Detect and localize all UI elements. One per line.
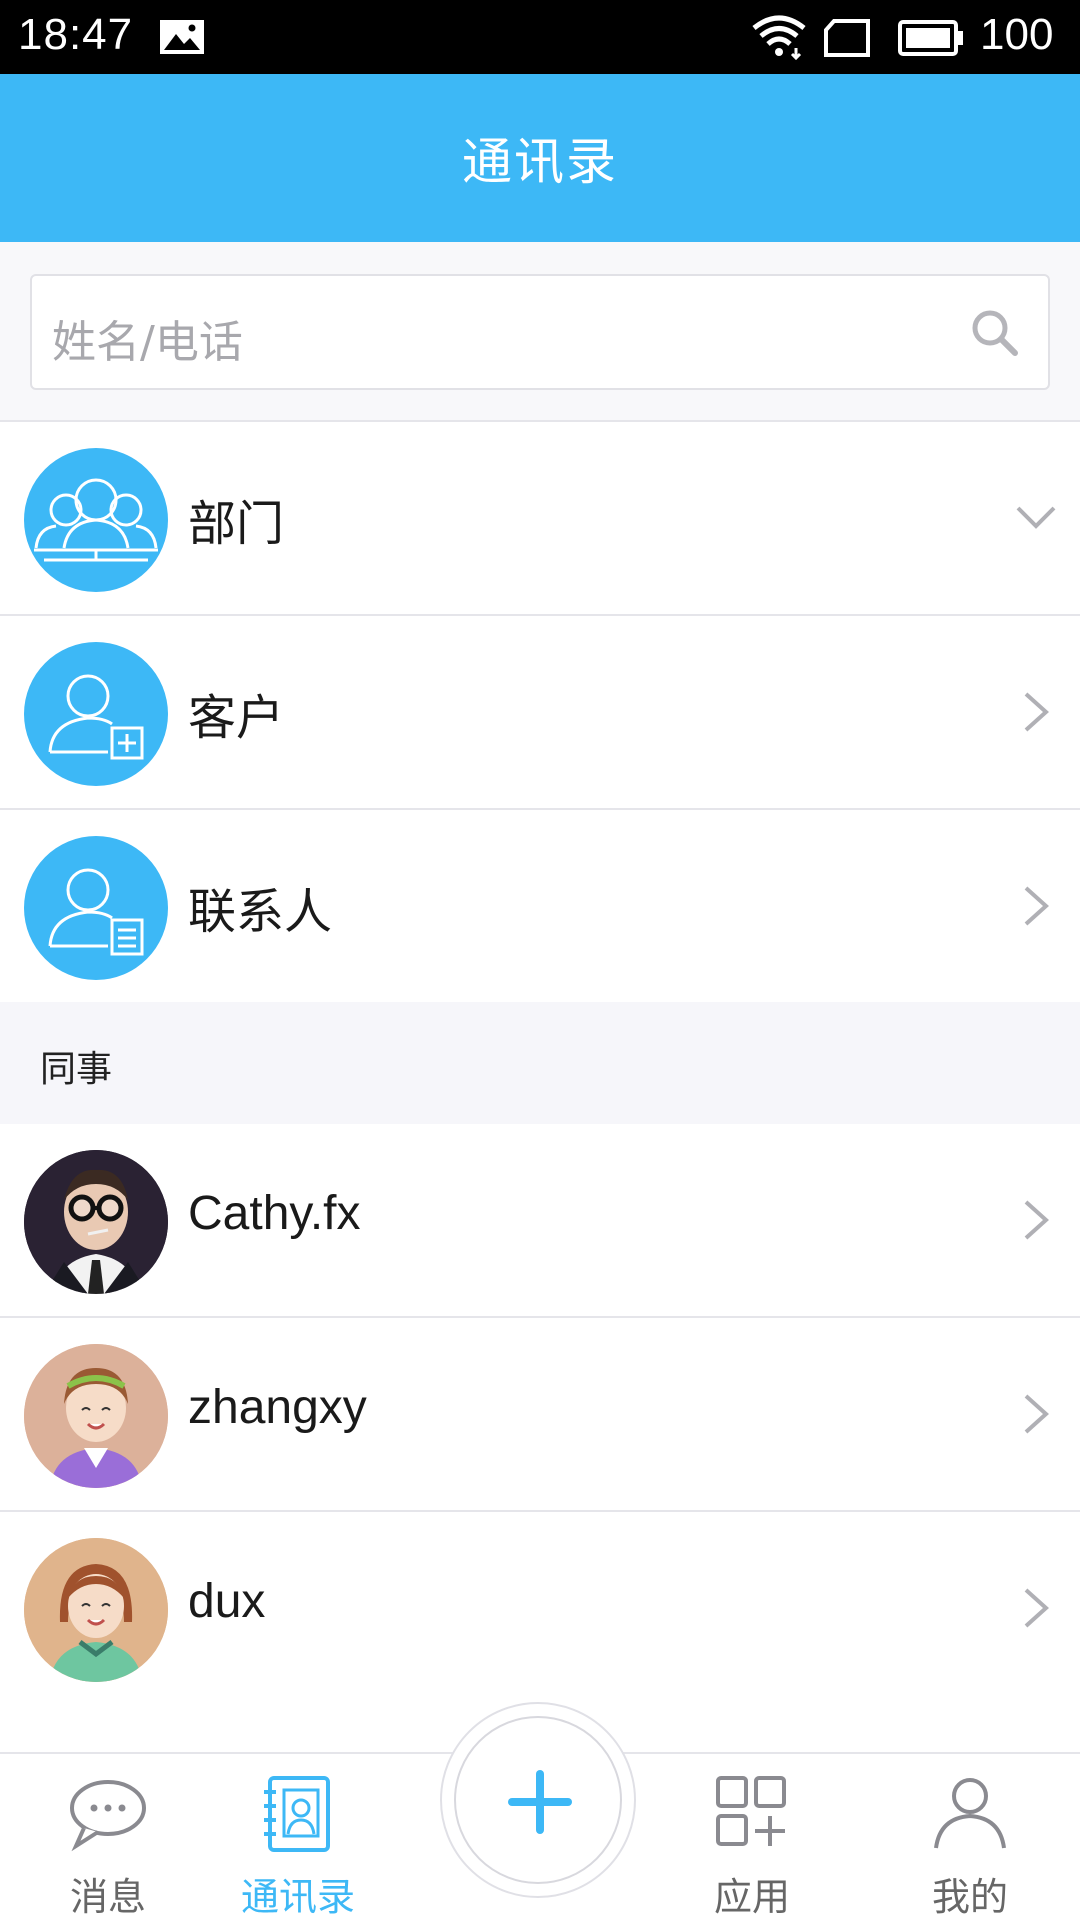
search-input[interactable]: 姓名/电话 (30, 274, 1050, 390)
department-row[interactable]: 部门 (0, 422, 1080, 614)
battery-icon (898, 20, 963, 56)
girl-bob-avatar (24, 1538, 168, 1682)
section-title: 同事 (40, 1049, 113, 1090)
wifi-icon (752, 15, 806, 60)
customer-add-icon (24, 642, 168, 786)
chevron-right-icon (1024, 692, 1049, 732)
boy-glasses-avatar (24, 1150, 168, 1294)
nav-messages[interactable]: 消息 (18, 1754, 198, 1920)
section-header: 同事 (0, 1002, 1080, 1124)
nav-label: 通讯录 (240, 1875, 355, 1919)
colleague-name: Cathy.fx (188, 1187, 361, 1240)
colleague-row[interactable]: dux (0, 1512, 1080, 1704)
nav-label: 消息 (69, 1875, 146, 1919)
page-title: 通讯录 (462, 133, 618, 191)
person-icon (934, 1778, 1006, 1849)
chevron-right-icon (1024, 1588, 1049, 1628)
apps-grid-icon (716, 1776, 786, 1846)
chevron-right-icon (1024, 1394, 1049, 1434)
department-icon (24, 448, 168, 592)
chevron-right-icon (1024, 1200, 1049, 1240)
nav-apps[interactable]: 应用 (662, 1754, 842, 1920)
nav-contacts[interactable]: 通讯录 (208, 1754, 388, 1920)
chevron-down-icon (1016, 506, 1056, 529)
search-placeholder: 姓名/电话 (52, 317, 243, 368)
search-area: 姓名/电话 (0, 242, 1080, 420)
colleague-row[interactable]: Cathy.fx (0, 1124, 1080, 1316)
colleague-name: zhangxy (188, 1381, 367, 1434)
contact-label: 联系人 (188, 884, 333, 940)
add-button[interactable] (440, 1702, 636, 1898)
sim-card-icon (824, 19, 870, 57)
chevron-right-icon (1024, 886, 1049, 926)
app-header: 通讯录 (0, 74, 1080, 242)
nav-label: 应用 (713, 1875, 790, 1919)
department-label: 部门 (188, 496, 285, 552)
contact-card-icon (24, 836, 168, 980)
add-plus-icon (508, 1770, 572, 1834)
status-bar: 18:47 100 (0, 0, 1080, 74)
battery-percentage: 100 (980, 10, 1054, 59)
customer-row[interactable]: 客户 (0, 616, 1080, 808)
status-time: 18:47 (18, 10, 134, 59)
add-button-inner (454, 1716, 622, 1884)
colleague-row[interactable]: zhangxy (0, 1318, 1080, 1510)
chat-bubble-icon (70, 1780, 146, 1852)
girl-headband-avatar (24, 1344, 168, 1488)
customer-label: 客户 (188, 690, 285, 746)
contact-row[interactable]: 联系人 (0, 810, 1080, 1002)
nav-label: 我的 (931, 1875, 1008, 1919)
image-notification-icon (160, 20, 204, 54)
colleague-name: dux (188, 1575, 266, 1628)
address-book-icon (264, 1776, 330, 1852)
search-icon[interactable] (968, 306, 1022, 360)
nav-profile[interactable]: 我的 (880, 1754, 1060, 1920)
